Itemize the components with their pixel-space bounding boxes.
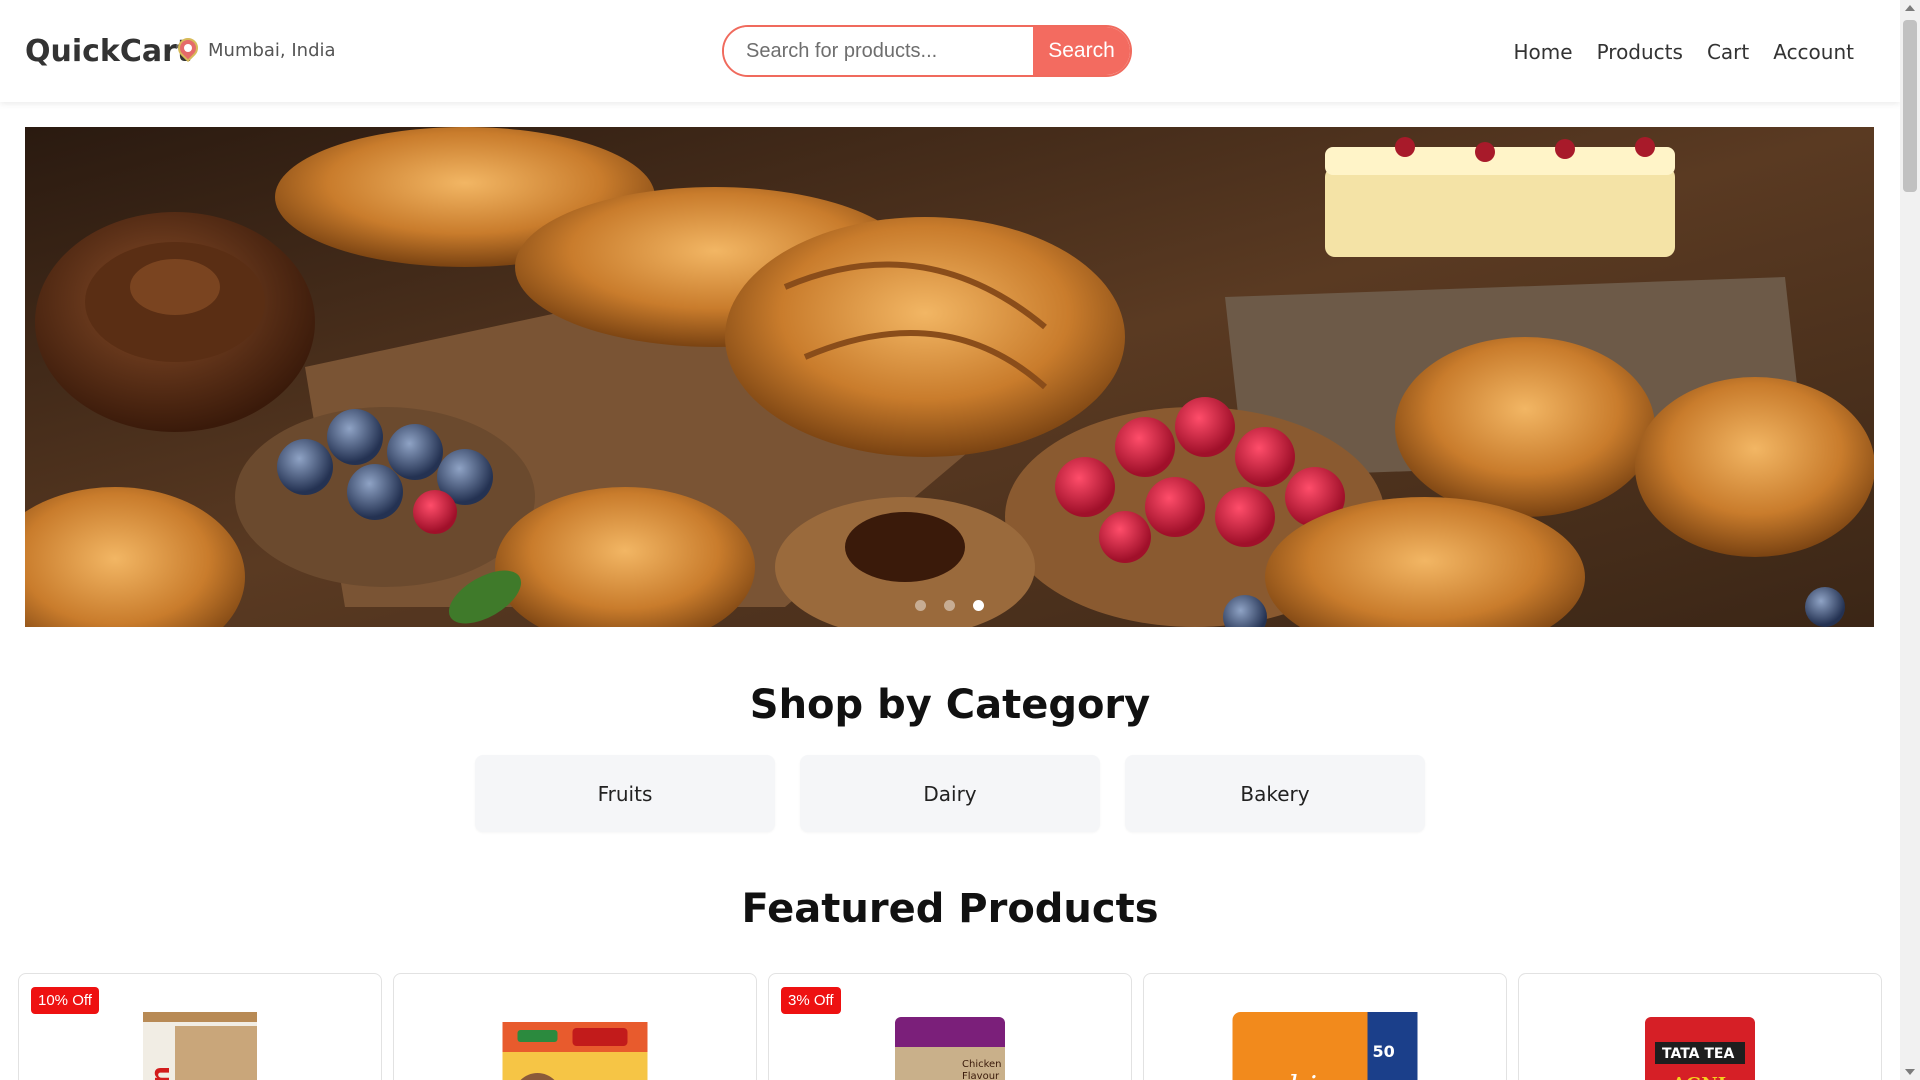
product-card[interactable]: TATA TEA AGNI: [1518, 973, 1882, 1080]
location-pin-icon: [173, 33, 203, 63]
nav-account[interactable]: Account: [1773, 40, 1854, 64]
page: QuickCart Mumbai, India Search Home Prod…: [0, 0, 1920, 1080]
discount-badge: 3% Off: [781, 987, 841, 1014]
svg-text:Chicken: Chicken: [962, 1059, 1002, 1070]
whisper-xl-pack-image: 50 whisper XL: [1232, 1012, 1418, 1080]
hero-carousel[interactable]: [25, 127, 1874, 627]
svg-text:AGNI: AGNI: [1671, 1074, 1726, 1080]
main-nav: Home Products Cart Account: [1514, 40, 1854, 64]
scroll-down-icon[interactable]: [1905, 1069, 1915, 1075]
product-card[interactable]: 10% Off une: [18, 973, 382, 1080]
bakery-banner-image: [25, 127, 1874, 627]
search-button[interactable]: Search: [1033, 27, 1130, 75]
brand-logo[interactable]: QuickCart: [25, 34, 191, 69]
carousel-dot-2[interactable]: [944, 600, 955, 611]
product-card[interactable]: [393, 973, 757, 1080]
parle-biscuit-pack-image: [502, 1022, 648, 1080]
discount-badge: 10% Off: [31, 987, 99, 1014]
svg-text:une: une: [148, 1066, 178, 1080]
nav-home[interactable]: Home: [1514, 40, 1573, 64]
category-dairy[interactable]: Dairy: [800, 755, 1100, 832]
svg-text:TATA TEA: TATA TEA: [1662, 1046, 1734, 1062]
category-bakery[interactable]: Bakery: [1125, 755, 1425, 832]
category-fruits[interactable]: Fruits: [475, 755, 775, 832]
chips-can-product-image: une: [143, 1012, 257, 1080]
product-grid: 10% Off une 3% Off Chicken: [18, 973, 1882, 1080]
top-header: QuickCart Mumbai, India Search Home Prod…: [0, 0, 1900, 102]
location-label: Mumbai, India: [208, 39, 336, 61]
nav-products[interactable]: Products: [1597, 40, 1683, 64]
nav-cart[interactable]: Cart: [1707, 40, 1749, 64]
scroll-thumb[interactable]: [1903, 20, 1917, 192]
svg-text:50: 50: [1373, 1042, 1395, 1061]
product-card[interactable]: 3% Off Chicken Flavour: [768, 973, 1132, 1080]
product-card[interactable]: 50 whisper XL: [1143, 973, 1507, 1080]
search-bar: Search: [722, 25, 1132, 77]
category-section-title: Shop by Category: [749, 682, 1151, 728]
carousel-dot-3[interactable]: [973, 600, 984, 611]
tata-tea-agni-pack-image: TATA TEA AGNI: [1645, 1017, 1755, 1080]
category-list: Fruits Dairy Bakery: [475, 755, 1425, 832]
location-selector[interactable]: Mumbai, India: [173, 33, 336, 63]
svg-text:Flavour: Flavour: [962, 1071, 1000, 1080]
carousel-dot-1[interactable]: [915, 600, 926, 611]
carousel-indicators: [25, 600, 1874, 611]
chicken-flavour-pack-image: Chicken Flavour: [895, 1017, 1005, 1080]
svg-text:whisper: whisper: [1263, 1070, 1386, 1080]
search-input[interactable]: [724, 27, 1033, 75]
scroll-up-icon[interactable]: [1905, 5, 1915, 11]
featured-section-title: Featured Products: [741, 886, 1159, 932]
page-scrollbar[interactable]: [1900, 0, 1920, 1080]
